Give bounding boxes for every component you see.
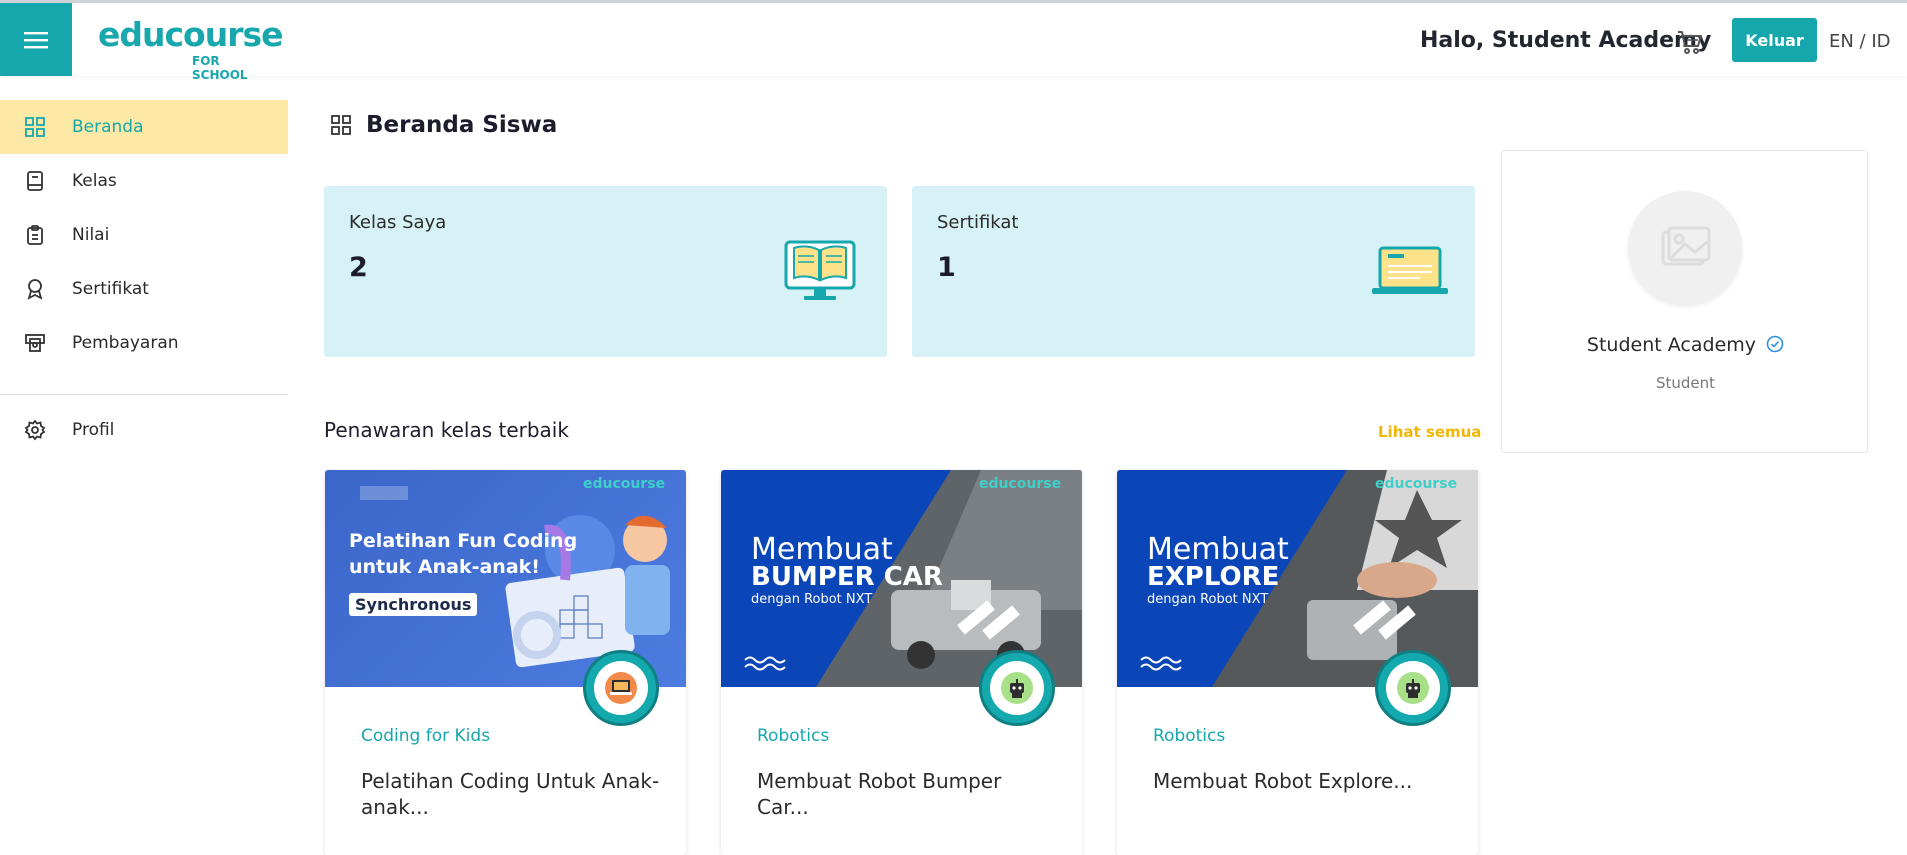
- course-category: Coding for Kids: [361, 726, 491, 746]
- sidebar-item-label: Sertifikat: [72, 279, 149, 299]
- language-switcher[interactable]: EN / ID: [1829, 31, 1891, 52]
- sidebar-item-label: Pembayaran: [72, 333, 179, 353]
- banner-headline-2: EXPLORE: [1147, 562, 1280, 592]
- sidebar-divider: [0, 394, 288, 395]
- stat-label: Sertifikat: [937, 212, 1019, 233]
- sidebar-item-kelas[interactable]: Kelas: [0, 154, 288, 208]
- laptop-certificate-icon: [1372, 246, 1448, 294]
- page-title: Beranda Siswa: [330, 112, 557, 138]
- clipboard-icon: [27, 225, 43, 245]
- payment-icon: [25, 334, 45, 352]
- sidebar-item-beranda[interactable]: Beranda: [0, 100, 288, 154]
- offers-section-title: Penawaran kelas terbaik: [324, 418, 569, 442]
- category-badge: [583, 650, 659, 726]
- sidebar-item-nilai[interactable]: Nilai: [0, 208, 288, 262]
- sidebar-item-profil[interactable]: Profil: [0, 403, 288, 457]
- stat-label: Kelas Saya: [349, 212, 447, 233]
- book-icon: [27, 171, 43, 191]
- sidebar-item-sertifikat[interactable]: Sertifikat: [0, 262, 288, 316]
- banner-headline-2: untuk Anak-anak!: [349, 556, 540, 578]
- stat-card-kelas-saya[interactable]: Kelas Saya 2: [324, 186, 887, 357]
- image-placeholder-icon: [1661, 226, 1711, 266]
- profile-name: Student Academy: [1586, 334, 1757, 356]
- banner-logo: educourse: [583, 476, 666, 492]
- menu-toggle-button[interactable]: [0, 3, 72, 76]
- course-title: Membuat Robot Bumper Car...: [757, 769, 1002, 819]
- course-card[interactable]: Membuat BUMPER CAR dengan Robot NXT educ…: [721, 470, 1082, 855]
- logo-subtitle: FOR SCHOOL: [192, 54, 248, 82]
- cart-icon[interactable]: [1676, 28, 1704, 56]
- profile-card: Student Academy Student: [1501, 150, 1868, 453]
- course-card[interactable]: Pelatihan Fun Coding untuk Anak-anak! Sy…: [325, 470, 686, 855]
- banner-headline: Pelatihan Fun Coding: [349, 530, 578, 552]
- grid-icon: [25, 117, 45, 137]
- stat-card-sertifikat[interactable]: Sertifikat 1: [912, 186, 1475, 357]
- sidebar-item-label: Profil: [72, 420, 115, 440]
- course-title: Membuat Robot Explore...: [1153, 769, 1413, 793]
- sidebar-profile-section: Profil: [0, 403, 288, 457]
- sidebar-item-label: Beranda: [72, 117, 144, 137]
- stat-value: 1: [937, 252, 956, 283]
- header: educourse FOR SCHOOL Halo, Student Acade…: [0, 3, 1907, 82]
- course-card[interactable]: Membuat EXPLORE dengan Robot NXT educour…: [1117, 470, 1478, 855]
- profile-name-row: Student Academy: [1502, 334, 1869, 356]
- monitor-book-icon: [784, 240, 856, 300]
- see-all-link[interactable]: Lihat semua: [1378, 423, 1481, 441]
- laptop-icon: [605, 672, 637, 704]
- educourse-logo[interactable]: educourse FOR SCHOOL: [98, 15, 284, 82]
- gear-icon: [24, 419, 46, 441]
- hamburger-icon: [24, 31, 48, 48]
- award-icon: [27, 279, 43, 300]
- banner-headline-2: BUMPER CAR: [751, 562, 943, 592]
- course-title: Pelatihan Coding Untuk Anak-anak...: [361, 769, 660, 819]
- banner-logo: educourse: [979, 476, 1062, 492]
- avatar[interactable]: [1628, 191, 1742, 305]
- course-category: Robotics: [757, 726, 830, 746]
- sidebar: Beranda Kelas Nilai Sertifikat Pembayara…: [0, 100, 288, 370]
- sidebar-item-label: Nilai: [72, 225, 110, 245]
- category-badge: [979, 650, 1055, 726]
- banner-logo: educourse: [1375, 476, 1458, 492]
- grid-icon: [331, 115, 351, 135]
- banner-tag: Synchronous: [349, 593, 478, 616]
- user-greeting: Halo, Student Academy: [1420, 28, 1712, 53]
- banner-subline: dengan Robot NXT: [1147, 592, 1269, 607]
- logout-button[interactable]: Keluar: [1732, 18, 1817, 62]
- page-title-text: Beranda Siswa: [366, 112, 558, 138]
- category-badge: [1375, 650, 1451, 726]
- banner-subline: dengan Robot NXT: [751, 592, 873, 607]
- course-category: Robotics: [1153, 726, 1226, 746]
- verified-check-icon: [1766, 335, 1784, 353]
- sidebar-item-pembayaran[interactable]: Pembayaran: [0, 316, 288, 370]
- logo-text: educourse: [98, 15, 284, 54]
- sidebar-item-label: Kelas: [72, 171, 117, 191]
- stat-value: 2: [349, 252, 368, 283]
- robot-icon: [1397, 672, 1429, 704]
- robot-icon: [1001, 672, 1033, 704]
- profile-role: Student: [1655, 374, 1716, 392]
